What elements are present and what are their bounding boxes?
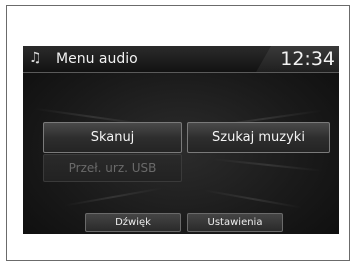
search-music-button[interactable]: Szukaj muzyki [187, 122, 330, 153]
scan-button[interactable]: Skanuj [43, 122, 182, 153]
switch-usb-device-button[interactable]: Przeł. urz. USB [43, 154, 182, 182]
audio-menu-screen: ♫ Menu audio 12:34 Skanuj Szukaj muzyki … [23, 46, 339, 234]
settings-button[interactable]: Ustawienia [187, 213, 283, 232]
background-streak [213, 158, 323, 172]
sound-button[interactable]: Dźwięk [85, 213, 181, 232]
header-bar: ♫ Menu audio 12:34 [23, 46, 339, 73]
background-streak [203, 189, 303, 209]
background-streak [63, 187, 163, 207]
music-note-icon: ♫ [29, 50, 42, 66]
clock: 12:34 [280, 48, 335, 70]
page-title: Menu audio [56, 51, 138, 67]
